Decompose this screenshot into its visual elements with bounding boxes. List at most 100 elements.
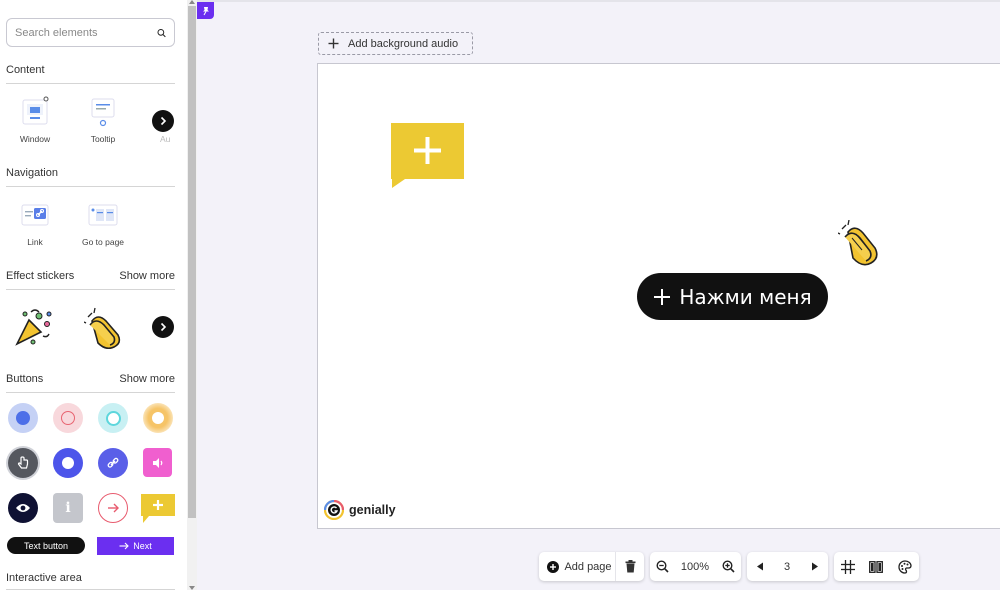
button-preset-cyan-ring[interactable] bbox=[98, 403, 128, 433]
top-divider bbox=[197, 0, 1000, 2]
scroll-up-arrow[interactable] bbox=[189, 0, 195, 4]
elements-sidebar: Content Window Tooltip Au Navigation Lin… bbox=[0, 0, 187, 590]
genially-brand: genially bbox=[324, 500, 396, 520]
element-label-audio: Au bbox=[160, 134, 171, 144]
caret-right-icon bbox=[811, 562, 818, 571]
section-content: Content bbox=[6, 64, 175, 84]
page-toolbar: Add page bbox=[539, 552, 644, 581]
button-preset-orange-glow[interactable] bbox=[143, 403, 173, 433]
section-title-content: Content bbox=[6, 64, 45, 76]
search-box[interactable] bbox=[6, 18, 175, 47]
go-to-page-icon bbox=[87, 199, 119, 231]
button-preset-plus-bubble[interactable] bbox=[141, 494, 175, 524]
element-go-to-page[interactable]: Go to page bbox=[73, 199, 133, 247]
clap-sticker[interactable] bbox=[83, 307, 124, 350]
text-button-preset[interactable]: Text button bbox=[7, 537, 85, 554]
element-label-go-to-page: Go to page bbox=[81, 237, 125, 247]
plus-icon bbox=[328, 38, 339, 49]
section-title-effect-stickers: Effect stickers bbox=[6, 270, 75, 282]
previous-page-button[interactable] bbox=[747, 552, 773, 581]
canvas-pill-button[interactable]: Нажми меня bbox=[637, 273, 828, 320]
arrow-right-icon bbox=[119, 542, 130, 550]
plus-bubble-icon bbox=[141, 494, 175, 523]
canvas-pill-label: Нажми меня bbox=[679, 284, 812, 309]
effect-stickers-show-more[interactable]: Show more bbox=[119, 270, 175, 282]
window-icon bbox=[19, 96, 51, 128]
section-title-navigation: Navigation bbox=[6, 167, 58, 179]
add-page-label: Add page bbox=[564, 560, 612, 573]
button-preset-hand[interactable] bbox=[8, 448, 38, 478]
section-interactive-area: Interactive area bbox=[6, 572, 175, 590]
zoom-level-value: 100% bbox=[680, 560, 710, 573]
tooltip-icon bbox=[87, 96, 119, 128]
section-title-buttons: Buttons bbox=[6, 373, 44, 385]
section-navigation: Navigation bbox=[6, 167, 175, 187]
delete-page-button[interactable] bbox=[616, 552, 644, 581]
zoom-out-icon bbox=[656, 560, 669, 573]
canvas-clap-sticker[interactable] bbox=[837, 219, 882, 270]
grid-toggle-button[interactable] bbox=[834, 552, 861, 581]
next-button-preset[interactable]: Next bbox=[97, 537, 174, 555]
scroll-down-arrow[interactable] bbox=[189, 586, 195, 590]
confetti-sticker[interactable] bbox=[13, 306, 55, 348]
brand-name: genially bbox=[349, 503, 396, 517]
caret-left-icon bbox=[757, 562, 763, 571]
button-preset-arrow[interactable] bbox=[98, 493, 128, 523]
add-page-button[interactable]: Add page bbox=[539, 552, 615, 581]
scrollbar-thumb[interactable] bbox=[188, 6, 196, 518]
button-preset-pink-ring[interactable] bbox=[53, 403, 83, 433]
view-toolbar bbox=[834, 552, 919, 581]
element-label-tooltip: Tooltip bbox=[90, 134, 116, 144]
clapping-hands-icon bbox=[83, 307, 121, 350]
content-next-arrow[interactable] bbox=[152, 110, 174, 132]
columns-icon bbox=[868, 560, 883, 573]
button-preset-link[interactable] bbox=[98, 448, 128, 478]
element-label-link: Link bbox=[27, 237, 43, 247]
plus-circle-icon bbox=[547, 560, 560, 573]
next-button-label: Next bbox=[133, 541, 152, 551]
pointer-hand-icon bbox=[17, 456, 29, 469]
plus-bubble-icon bbox=[391, 123, 464, 188]
search-input[interactable] bbox=[15, 26, 157, 39]
button-preset-eye[interactable] bbox=[8, 493, 38, 523]
genially-logo-icon bbox=[324, 500, 344, 520]
element-link[interactable]: Link bbox=[5, 199, 65, 247]
trash-icon bbox=[625, 560, 635, 573]
eye-icon bbox=[16, 504, 30, 512]
zoom-in-icon bbox=[721, 560, 735, 573]
page-number-value: 3 bbox=[783, 560, 791, 573]
sidebar-scrollbar[interactable] bbox=[187, 0, 197, 590]
button-preset-audio[interactable] bbox=[143, 448, 172, 477]
add-background-audio-label: Add background audio bbox=[348, 37, 459, 50]
theme-button[interactable] bbox=[890, 552, 919, 581]
pin-tab[interactable] bbox=[197, 2, 214, 19]
zoom-out-button[interactable] bbox=[650, 552, 675, 581]
columns-view-button[interactable] bbox=[861, 552, 890, 581]
chevron-right-icon bbox=[160, 116, 167, 126]
next-page-button[interactable] bbox=[801, 552, 828, 581]
button-preset-info[interactable]: i bbox=[53, 493, 83, 523]
arrow-right-icon bbox=[108, 503, 119, 513]
grid-icon bbox=[840, 559, 855, 574]
zoom-in-button[interactable] bbox=[715, 552, 741, 581]
element-tooltip[interactable]: Tooltip bbox=[73, 96, 133, 144]
add-background-audio-button[interactable]: Add background audio bbox=[318, 32, 473, 55]
section-title-interactive-area: Interactive area bbox=[6, 572, 82, 584]
confetti-icon bbox=[15, 309, 52, 346]
palette-icon bbox=[897, 559, 912, 574]
link-chain-icon bbox=[107, 457, 119, 468]
button-preset-white-dot[interactable] bbox=[53, 448, 83, 478]
stickers-next-arrow[interactable] bbox=[152, 316, 174, 338]
pagination-toolbar: 3 bbox=[747, 552, 828, 581]
clapping-hands-icon bbox=[837, 219, 878, 266]
element-label-window: Window bbox=[19, 134, 51, 144]
chevron-right-icon bbox=[160, 322, 167, 332]
page-number[interactable]: 3 bbox=[773, 552, 801, 581]
pin-icon bbox=[202, 6, 209, 15]
zoom-level[interactable]: 100% bbox=[675, 552, 715, 581]
button-preset-blue-dot[interactable] bbox=[8, 403, 38, 433]
search-icon[interactable] bbox=[157, 26, 166, 40]
canvas-plus-bubble[interactable] bbox=[391, 123, 464, 188]
element-window[interactable]: Window bbox=[5, 96, 65, 144]
buttons-show-more[interactable]: Show more bbox=[119, 373, 175, 385]
